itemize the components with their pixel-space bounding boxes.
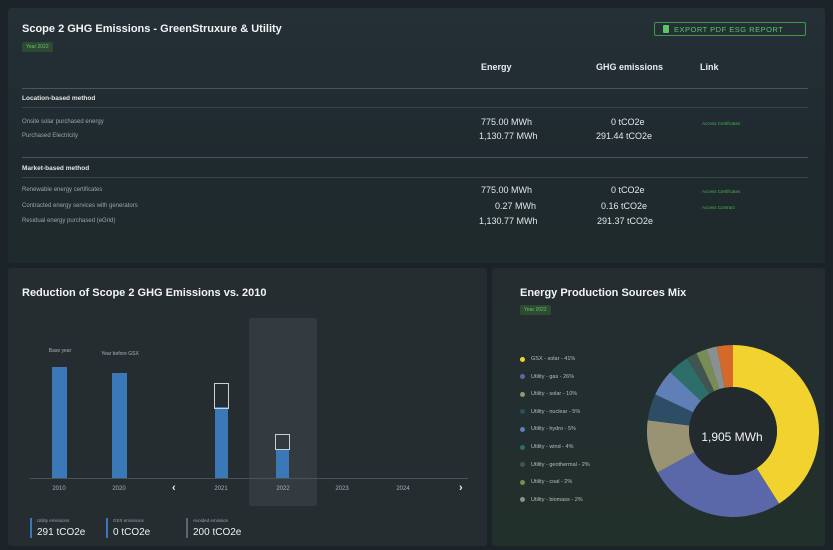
mix-legend-label: Utility - gas - 26% [531,373,575,380]
energy-value: 1,130.77 MWh [479,131,538,141]
divider [22,107,808,108]
energy-value: 1,130.77 MWh [479,216,538,226]
row-label: Residual energy purchased (eGrid) [22,218,116,224]
location-method-label: Location-based method [22,95,96,102]
mix-legend-label: Utility - solar - 10% [531,391,578,398]
row-label: Onsite solar purchased energy [22,119,104,125]
bar-2021 [215,407,228,478]
ghg-value: 291.44 tCO2e [596,131,653,141]
mix-legend-label: GSX - solar - 41% [531,356,576,362]
contract-link[interactable]: Access Contract [702,205,735,210]
year-before-note: Year before GSX [101,351,139,357]
legend-dot-icon [520,409,525,415]
certificates-link[interactable]: Access Certificates [702,121,740,126]
certificates-link[interactable]: Access Certificates [702,189,740,194]
year-badge: Year 2022 [22,42,53,52]
legend-dot-icon [520,374,525,380]
legend-dot-icon [520,356,525,362]
mix-legend-label: Utility - biomass - 2% [531,496,583,503]
reduction-panel [8,268,487,546]
energy-value: 0.27 MWh [495,201,537,211]
ghg-value: 0.16 tCO2e [601,201,648,211]
mix-year-badge: Year 2022 [520,305,551,315]
export-label: EXPORT PDF ESG REPORT [674,24,784,34]
divider [22,177,808,178]
year-tick: 2023 [335,486,349,492]
utility-emissions-legend: Utility emissions 291 tCO2e [30,518,85,538]
scope2-title: Scope 2 GHG Emissions - GreenStruxure & … [22,23,282,35]
row-label: Contracted energy services with generato… [22,203,138,209]
row-label: Purchased Electricity [22,133,79,139]
mix-legend-item: GSX - solar - 41% [520,356,575,362]
total-energy-label: 1,905 MWh [701,430,763,444]
mix-legend-item: Utility - coal - 2% [520,479,572,485]
year-tick: 2022 [276,486,290,492]
year-tick: 2024 [396,486,410,492]
legend-value: 200 tCO2e [193,527,242,538]
legend-dot-icon [520,444,525,450]
mix-legend-item: Utility - nuclear - 5% [520,409,580,415]
col-ghg: GHG emissions [596,62,664,72]
scope2-panel [8,8,825,263]
mix-legend-label: Utility - coal - 2% [531,479,573,486]
reduction-title: Reduction of Scope 2 GHG Emissions vs. 2… [22,287,267,299]
legend-label: Utility emissions [37,518,70,523]
row-label: Renewable energy certificates [22,187,103,193]
legend-value: 291 tCO2e [37,527,86,538]
divider [22,88,808,89]
ghg-value: 291.37 tCO2e [597,216,654,226]
legend-label: Avoided emission [193,518,229,523]
mix-legend-item: Utility - biomass - 2% [520,497,583,503]
legend-label: GSX emissions [113,518,144,523]
mix-legend-item: Utility - wind - 4% [520,444,573,450]
year-tick: 2010 [52,486,66,492]
base-year-note: Base year [48,348,72,354]
legend-dot-icon [520,497,525,503]
prev-year-button[interactable]: ‹ [172,482,176,494]
mix-legend-item: Utility - solar - 10% [520,391,577,397]
next-year-button[interactable]: › [459,482,463,494]
mix-legend-item: Utility - geothermal - 2% [520,462,590,468]
avoided-2022 [275,434,290,450]
ghg-value: 0 tCO2e [611,117,645,127]
market-method-label: Market-based method [22,165,90,172]
col-link: Link [700,62,719,72]
chart-baseline [30,478,468,479]
bar-2020 [112,373,127,478]
energy-value: 775.00 MWh [481,117,533,127]
file-icon [663,25,669,33]
divider [22,157,808,158]
gsx-emissions-legend: GSX emissions 0 tCO2e [106,518,150,538]
mix-legend-item: Utility - gas - 26% [520,374,574,380]
legend-dot-icon [520,479,525,485]
mix-legend-label: Utility - hydro - 5% [531,426,576,433]
export-pdf-button[interactable]: EXPORT PDF ESG REPORT [654,22,806,36]
mix-legend-label: Utility - nuclear - 5% [531,408,581,415]
avoided-emission-legend: Avoided emission 200 tCO2e [186,518,241,538]
bar-2022 [276,449,289,478]
energy-value: 775.00 MWh [481,185,533,195]
mix-legend-label: Utility - wind - 4% [531,444,574,450]
mix-legend-item: Utility - hydro - 5% [520,426,576,432]
legend-dot-icon [520,462,525,468]
legend-value: 0 tCO2e [113,527,151,538]
legend-dot-icon [520,391,525,397]
mix-legend-label: Utility - geothermal - 2% [531,461,590,468]
mix-title: Energy Production Sources Mix [520,287,687,299]
year-tick: 2021 [214,486,228,492]
avoided-2021 [214,383,229,409]
year-tick: 2020 [112,486,126,492]
legend-dot-icon [520,426,525,432]
col-energy: Energy [481,62,512,72]
ghg-value: 0 tCO2e [611,185,645,195]
bar-2010 [52,367,67,478]
